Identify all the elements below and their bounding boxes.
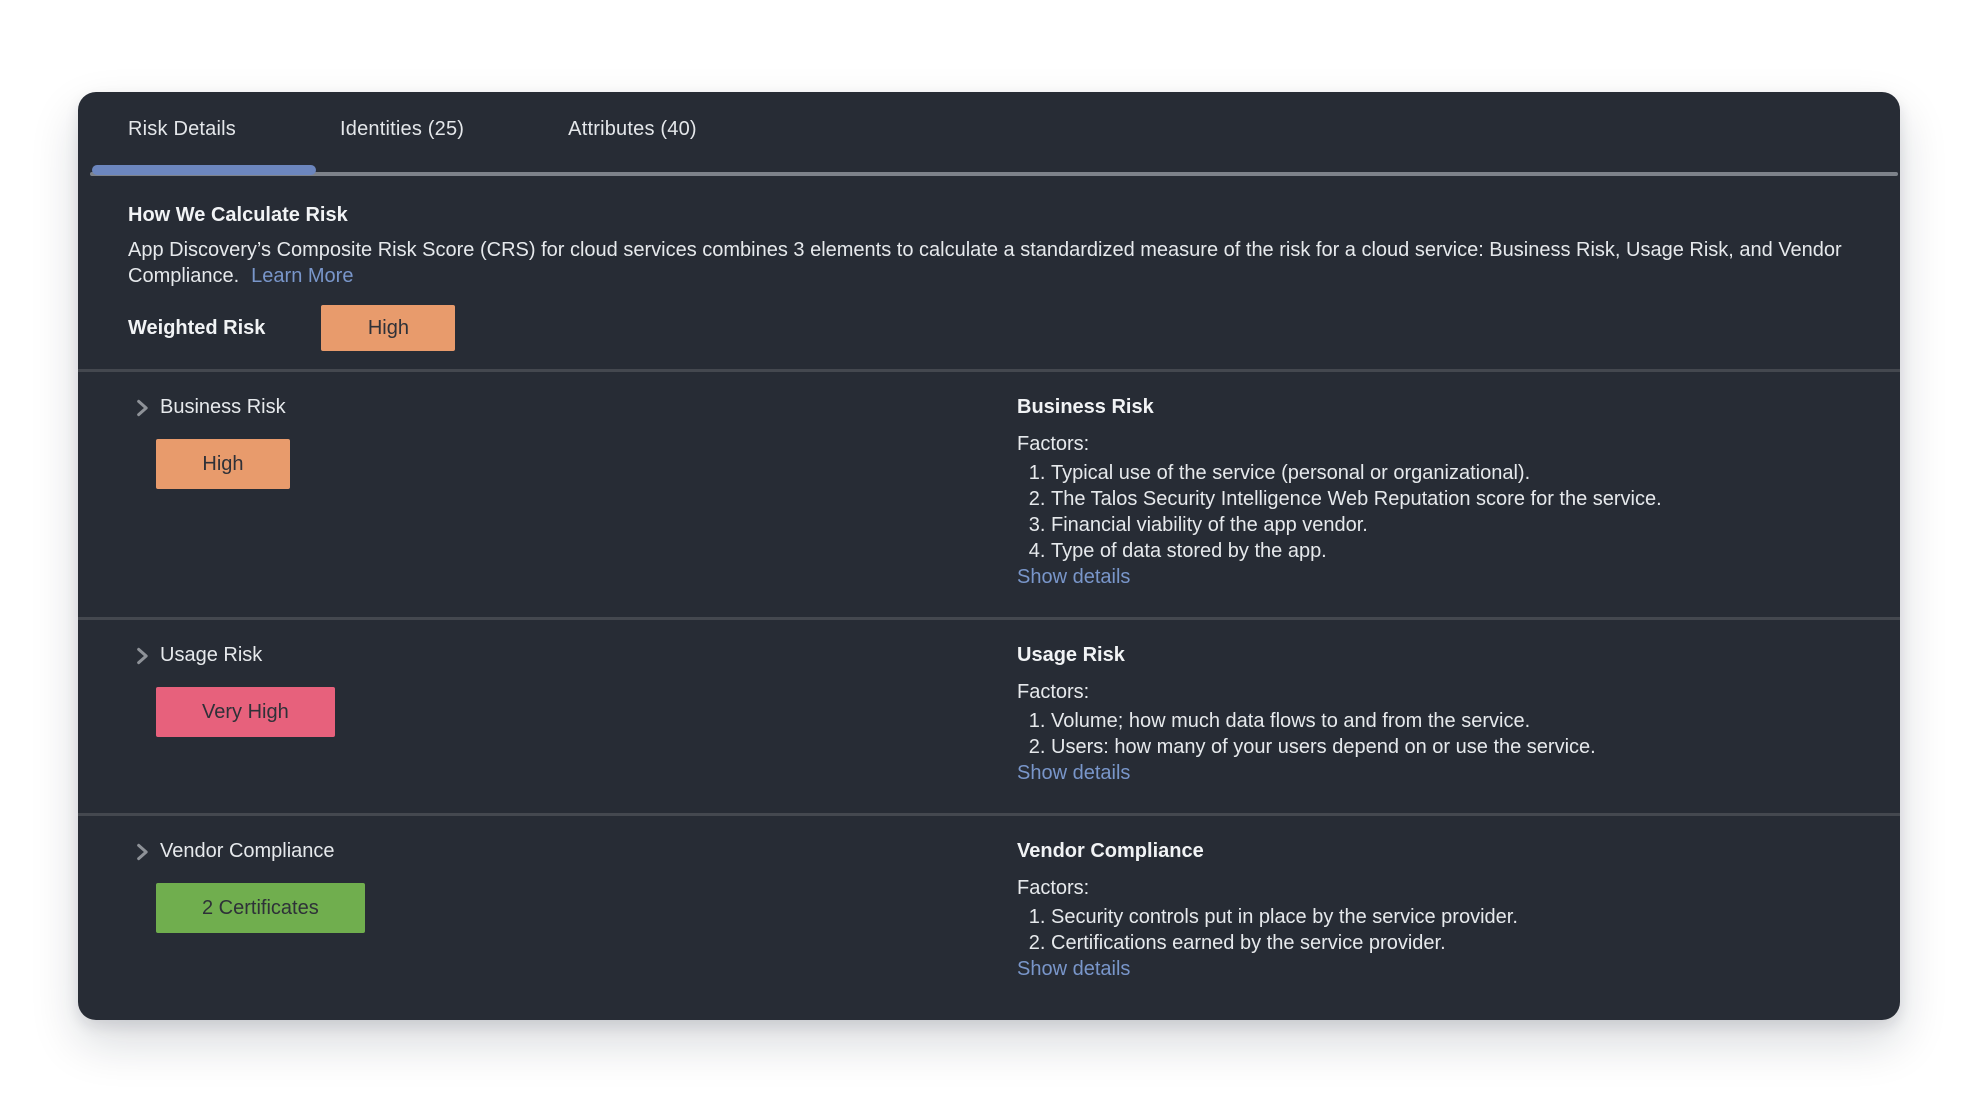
factors-label: Factors:: [1017, 877, 1880, 900]
weighted-risk-label: Weighted Risk: [128, 317, 265, 340]
usage-risk-title: Usage Risk: [160, 644, 262, 667]
factor-item: Certifications earned by the service pro…: [1051, 930, 1880, 956]
usage-risk-details: Usage Risk Factors: Volume; how much dat…: [1017, 644, 1880, 785]
tab-identities[interactable]: Identities (25): [340, 118, 464, 141]
vendor-compliance-summary: Vendor Compliance 2 Certificates: [128, 840, 1017, 981]
tab-risk-details[interactable]: Risk Details: [128, 118, 236, 141]
factors-list: Security controls put in place by the se…: [1017, 904, 1880, 956]
factor-item: The Talos Security Intelligence Web Repu…: [1051, 486, 1880, 512]
business-risk-badge: High: [156, 439, 290, 489]
risk-section-usage: Usage Risk Very High Usage Risk Factors:…: [78, 617, 1900, 813]
detail-title: Business Risk: [1017, 396, 1880, 419]
vendor-compliance-toggle[interactable]: Vendor Compliance: [132, 840, 1017, 863]
tab-attributes[interactable]: Attributes (40): [568, 118, 697, 141]
factor-item: Typical use of the service (personal or …: [1051, 460, 1880, 486]
usage-risk-toggle[interactable]: Usage Risk: [132, 644, 1017, 667]
detail-title: Usage Risk: [1017, 644, 1880, 667]
risk-details-panel: Risk Details Identities (25) Attributes …: [78, 92, 1900, 1020]
factor-item: Financial viability of the app vendor.: [1051, 512, 1880, 538]
intro-body-text: App Discovery’s Composite Risk Score (CR…: [128, 239, 1842, 287]
active-tab-indicator: [92, 165, 316, 175]
usage-risk-summary: Usage Risk Very High: [128, 644, 1017, 785]
how-we-calculate-risk-section: How We Calculate Risk App Discovery’s Co…: [78, 176, 1900, 369]
factors-list: Volume; how much data flows to and from …: [1017, 708, 1880, 760]
tab-divider-line: [90, 172, 1898, 176]
factor-item: Users: how many of your users depend on …: [1051, 734, 1880, 760]
business-risk-summary: Business Risk High: [128, 396, 1017, 589]
risk-section-business: Business Risk High Business Risk Factors…: [78, 369, 1900, 617]
detail-title: Vendor Compliance: [1017, 840, 1880, 863]
chevron-right-icon: [132, 842, 152, 862]
vendor-compliance-details: Vendor Compliance Factors: Security cont…: [1017, 840, 1880, 981]
factor-item: Security controls put in place by the se…: [1051, 904, 1880, 930]
factor-item: Volume; how much data flows to and from …: [1051, 708, 1880, 734]
show-details-link[interactable]: Show details: [1017, 566, 1130, 589]
chevron-right-icon: [132, 646, 152, 666]
factors-label: Factors:: [1017, 681, 1880, 704]
show-details-link[interactable]: Show details: [1017, 958, 1130, 981]
factors-label: Factors:: [1017, 433, 1880, 456]
weighted-risk-badge: High: [321, 305, 455, 351]
show-details-link[interactable]: Show details: [1017, 762, 1130, 785]
intro-text: App Discovery’s Composite Risk Score (CR…: [128, 237, 1878, 289]
intro-heading: How We Calculate Risk: [128, 204, 1878, 227]
factors-list: Typical use of the service (personal or …: [1017, 460, 1880, 564]
risk-section-vendor-compliance: Vendor Compliance 2 Certificates Vendor …: [78, 813, 1900, 1009]
vendor-compliance-badge: 2 Certificates: [156, 883, 365, 933]
vendor-compliance-title: Vendor Compliance: [160, 840, 335, 863]
factor-item: Type of data stored by the app.: [1051, 538, 1880, 564]
business-risk-title: Business Risk: [160, 396, 286, 419]
chevron-right-icon: [132, 398, 152, 418]
business-risk-details: Business Risk Factors: Typical use of th…: [1017, 396, 1880, 589]
usage-risk-badge: Very High: [156, 687, 335, 737]
learn-more-link[interactable]: Learn More: [251, 265, 353, 287]
weighted-risk-row: Weighted Risk High: [128, 305, 1878, 351]
tab-bar: Risk Details Identities (25) Attributes …: [78, 92, 1900, 176]
business-risk-toggle[interactable]: Business Risk: [132, 396, 1017, 419]
